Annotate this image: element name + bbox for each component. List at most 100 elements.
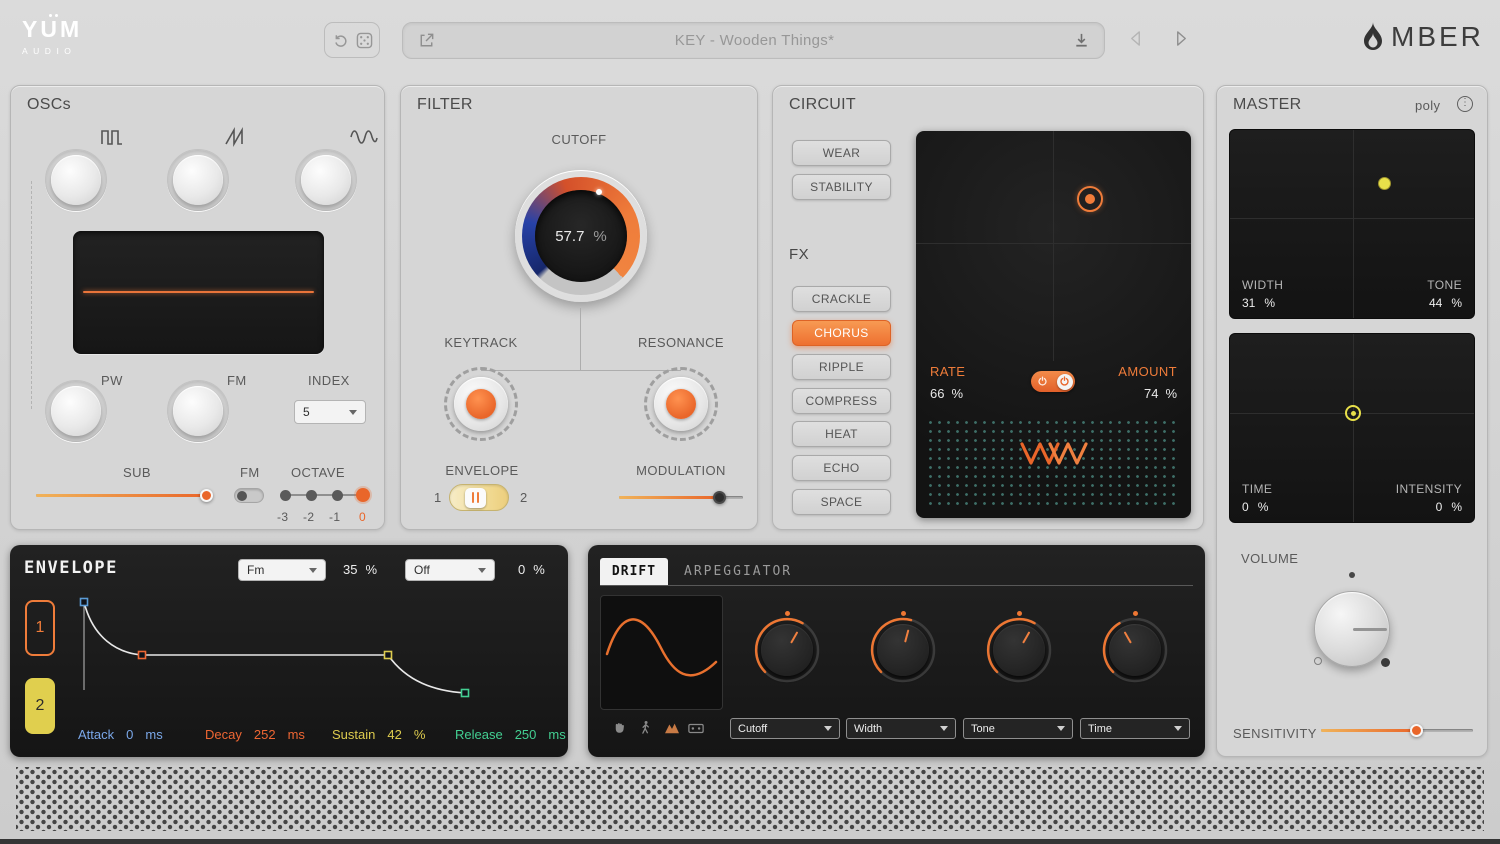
drift-target-3-value: Tone [971, 723, 995, 735]
index-label: INDEX [308, 373, 350, 388]
drift-target-select-2[interactable]: Width [846, 718, 956, 739]
stability-button[interactable]: STABILITY [792, 174, 891, 200]
time-intensity-pad[interactable]: TIME 0 % INTENSITY 0 % [1229, 333, 1475, 523]
pw-knob-body [51, 386, 101, 436]
env-mod2-select[interactable]: Off [405, 559, 495, 581]
fx-heat-button[interactable]: HEAT [792, 421, 891, 447]
octave-dot-minus3[interactable] [280, 490, 291, 501]
drift-knob-1[interactable] [761, 624, 813, 676]
drift-knob-2[interactable] [877, 624, 929, 676]
preset-name[interactable]: KEY - Wooden Things* [436, 32, 1073, 49]
drift-target-select-3[interactable]: Tone [963, 718, 1073, 739]
drift-target-select-4[interactable]: Time [1080, 718, 1190, 739]
fx-echo-button[interactable]: ECHO [792, 455, 891, 481]
rate-label: RATE [930, 364, 965, 379]
pad1-crosshair-v [1353, 130, 1354, 319]
envelope-curve-display[interactable] [65, 590, 565, 725]
sensitivity-slider-handle[interactable] [1410, 724, 1423, 737]
power-toggle-knob [1057, 374, 1073, 390]
attack-handle[interactable] [81, 599, 88, 606]
info-icon[interactable]: ⋮ [1457, 96, 1473, 112]
sub-slider[interactable] [36, 488, 211, 502]
resonance-knob-center [666, 389, 696, 419]
sustain-value: 42 [387, 727, 401, 742]
cutoff-knob-readout: 57.7 % [535, 190, 627, 282]
undo-icon[interactable] [332, 32, 349, 49]
save-icon[interactable] [1073, 32, 1090, 49]
voice-mode-select[interactable]: poly [1415, 98, 1440, 113]
volume-knob[interactable] [1314, 591, 1390, 667]
fx-module-display: RATE 66 % AMOUNT 74 [916, 131, 1191, 518]
cutoff-label: CUTOFF [401, 132, 757, 147]
osc3-knob[interactable] [295, 149, 357, 211]
octave-dot-minus1[interactable] [332, 490, 343, 501]
env-mod1-number: 35 [343, 562, 357, 577]
drift-target-select-1[interactable]: Cutoff [730, 718, 840, 739]
flame-icon [1360, 21, 1386, 53]
fm-knob[interactable] [167, 380, 229, 442]
release-handle[interactable] [462, 690, 469, 697]
resonance-label: RESONANCE [631, 335, 731, 350]
tape-icon[interactable] [688, 722, 704, 735]
resonance-knob[interactable] [644, 367, 718, 441]
filter-panel: FILTER CUTOFF 57.7 % KEYTRACK RESONANCE … [400, 85, 758, 530]
fm-toggle[interactable] [234, 488, 264, 503]
modulation-slider[interactable] [619, 490, 743, 504]
drift-target-1-value: Cutoff [738, 723, 767, 735]
fx-compress-button[interactable]: COMPRESS [792, 388, 891, 414]
terrain-icon[interactable] [664, 721, 680, 735]
index-select[interactable]: 5 [294, 400, 366, 424]
wear-button[interactable]: WEAR [792, 140, 891, 166]
fx-ripple-button[interactable]: RIPPLE [792, 354, 891, 380]
cutoff-knob[interactable]: 57.7 % [515, 170, 647, 302]
envelope-tab-1[interactable]: 1 [25, 600, 55, 656]
next-preset-icon[interactable] [1174, 30, 1189, 47]
decay-label: Decay [205, 727, 242, 742]
ember-brand: MBER [1360, 21, 1484, 53]
fx-power-toggle[interactable] [1031, 371, 1075, 392]
time-intensity-handle[interactable] [1345, 405, 1361, 421]
modulation-slider-handle[interactable] [713, 491, 726, 504]
fx-space-button[interactable]: SPACE [792, 489, 891, 515]
fx-crackle-button[interactable]: CRACKLE [792, 286, 891, 312]
drift-target-4-value: Time [1088, 723, 1112, 735]
width-unit: % [1264, 296, 1275, 310]
power-on-icon [1059, 376, 1070, 387]
chevron-down-icon [309, 568, 317, 573]
envelope-tab-2[interactable]: 2 [25, 678, 55, 734]
fx-xy-handle[interactable] [1077, 186, 1103, 212]
prev-preset-icon[interactable] [1128, 30, 1143, 47]
sustain-handle[interactable] [385, 652, 392, 659]
speaker-grille [16, 767, 1484, 831]
pw-knob[interactable] [45, 380, 107, 442]
osc2-knob[interactable] [167, 149, 229, 211]
octave-dot-minus2[interactable] [306, 490, 317, 501]
decay-handle[interactable] [139, 652, 146, 659]
envelope-option-1[interactable]: 1 [434, 490, 442, 505]
logo-audio-text: AUDIO [22, 46, 82, 56]
logo-umlaut-dots [49, 14, 58, 17]
sub-slider-handle[interactable] [200, 489, 213, 502]
keytrack-knob[interactable] [444, 367, 518, 441]
sensitivity-slider[interactable] [1321, 723, 1473, 737]
grab-icon[interactable] [612, 720, 627, 735]
osc1-knob[interactable] [45, 149, 107, 211]
envelope-option-2[interactable]: 2 [520, 490, 528, 505]
tab-arpeggiator[interactable]: ARPEGGIATOR [684, 564, 792, 579]
drift-knob-3[interactable] [993, 624, 1045, 676]
drift-knob-4[interactable] [1109, 624, 1161, 676]
tab-drift[interactable]: DRIFT [600, 558, 668, 585]
export-icon[interactable] [417, 31, 436, 50]
envelope-select-toggle[interactable] [449, 484, 509, 511]
env-mod1-select[interactable]: Fm [238, 559, 326, 581]
preset-browser-bar[interactable]: KEY - Wooden Things* [402, 22, 1105, 59]
fx-xy-handle-dot [1085, 194, 1095, 204]
octave-dot-zero[interactable] [356, 488, 370, 502]
width-tone-pad[interactable]: WIDTH 31 % TONE 44 % [1229, 129, 1475, 319]
width-tone-handle[interactable] [1378, 177, 1391, 190]
walk-icon[interactable] [638, 720, 653, 735]
drift-knob-1-mod-dot [785, 611, 790, 616]
fx-chorus-button[interactable]: CHORUS [792, 320, 891, 346]
randomize-dice-icon[interactable] [356, 32, 373, 49]
fx-label: FX [789, 246, 809, 263]
